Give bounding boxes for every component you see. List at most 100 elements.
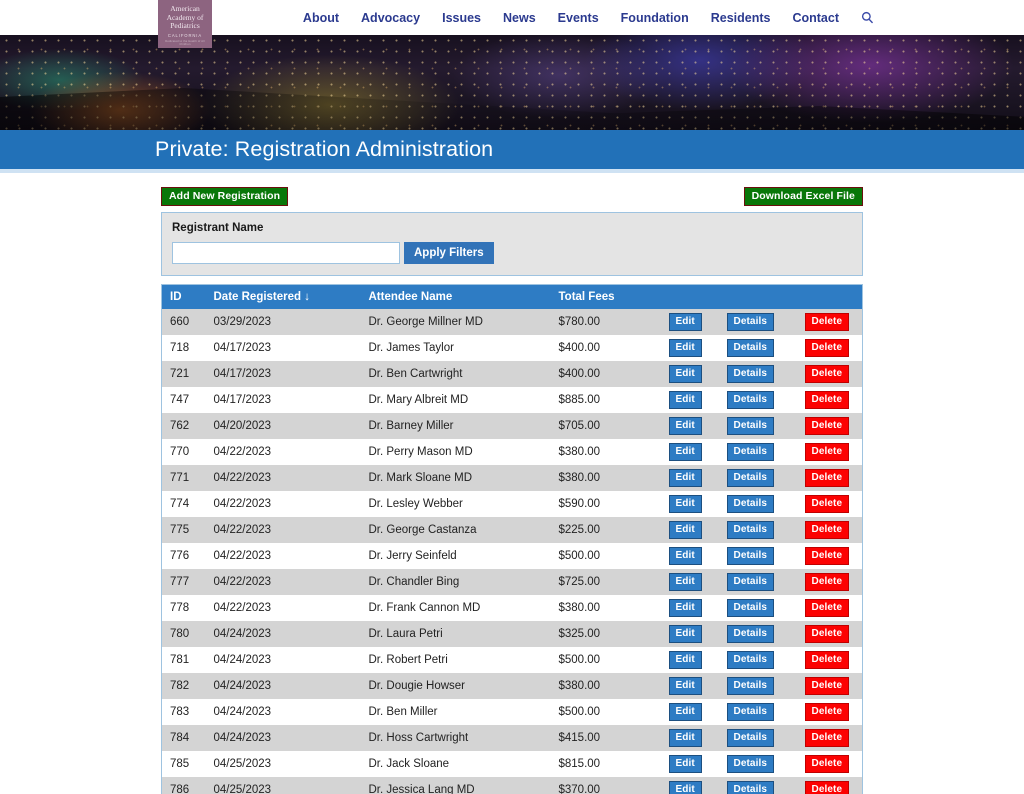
edit-button[interactable]: Edit xyxy=(668,391,702,409)
cell-attendee-name: Dr. Hoss Cartwright xyxy=(368,732,469,744)
delete-button[interactable]: Delete xyxy=(804,703,850,721)
details-button[interactable]: Details xyxy=(726,599,774,617)
nav-item-about[interactable]: About xyxy=(303,11,339,25)
delete-button[interactable]: Delete xyxy=(804,365,850,383)
delete-button[interactable]: Delete xyxy=(804,625,850,643)
cell-total-fees: $725.00 xyxy=(558,576,601,588)
edit-button[interactable]: Edit xyxy=(668,677,702,695)
delete-button[interactable]: Delete xyxy=(804,547,850,565)
cell-total-fees: $400.00 xyxy=(558,342,601,354)
delete-button[interactable]: Delete xyxy=(804,443,850,461)
column-header-date-registered[interactable]: Date Registered ↓ xyxy=(205,284,361,309)
cell-id: 747 xyxy=(170,394,190,406)
delete-button[interactable]: Delete xyxy=(804,469,850,487)
table-row: 781 04/24/2023 Dr. Robert Petri $500.00 Edit… xyxy=(161,647,863,673)
filter-row: Apply Filters xyxy=(172,242,852,264)
cell-total-fees: $225.00 xyxy=(558,524,601,536)
edit-button[interactable]: Edit xyxy=(668,729,702,747)
edit-button[interactable]: Edit xyxy=(668,339,702,357)
edit-button[interactable]: Edit xyxy=(668,313,702,331)
edit-button[interactable]: Edit xyxy=(668,755,702,773)
aap-california-logo[interactable]: American Academy of Pediatrics CALIFORNI… xyxy=(158,0,212,48)
cell-date-registered: 04/17/2023 xyxy=(213,342,272,354)
details-button[interactable]: Details xyxy=(726,313,774,331)
delete-button[interactable]: Delete xyxy=(804,495,850,513)
delete-button[interactable]: Delete xyxy=(804,313,850,331)
details-button[interactable]: Details xyxy=(726,417,774,435)
details-button[interactable]: Details xyxy=(726,443,774,461)
edit-button[interactable]: Edit xyxy=(668,573,702,591)
nav-item-contact[interactable]: Contact xyxy=(792,11,839,25)
details-button[interactable]: Details xyxy=(726,781,774,794)
edit-button[interactable]: Edit xyxy=(668,469,702,487)
add-new-registration-button[interactable]: Add New Registration xyxy=(161,187,289,206)
download-excel-file-button[interactable]: Download Excel File xyxy=(743,187,863,206)
cell-attendee-name: Dr. Jessica Lang MD xyxy=(368,784,475,794)
details-button[interactable]: Details xyxy=(726,573,774,591)
edit-button[interactable]: Edit xyxy=(668,495,702,513)
details-button[interactable]: Details xyxy=(726,521,774,539)
edit-button[interactable]: Edit xyxy=(668,781,702,794)
delete-button[interactable]: Delete xyxy=(804,677,850,695)
registrant-name-label: Registrant Name xyxy=(172,222,264,234)
table-row: 747 04/17/2023 Dr. Mary Albreit MD $885.00 E… xyxy=(161,387,863,413)
details-button[interactable]: Details xyxy=(726,391,774,409)
delete-button[interactable]: Delete xyxy=(804,521,850,539)
delete-button[interactable]: Delete xyxy=(804,755,850,773)
details-button[interactable]: Details xyxy=(726,547,774,565)
cell-date-registered: 04/20/2023 xyxy=(213,420,272,432)
cell-date-registered: 04/22/2023 xyxy=(213,472,272,484)
cell-date-registered: 04/22/2023 xyxy=(213,446,272,458)
edit-button[interactable]: Edit xyxy=(668,547,702,565)
delete-button[interactable]: Delete xyxy=(804,417,850,435)
column-header-id[interactable]: ID xyxy=(161,284,206,309)
nav-item-events[interactable]: Events xyxy=(558,11,599,25)
edit-button[interactable]: Edit xyxy=(668,417,702,435)
edit-button[interactable]: Edit xyxy=(668,703,702,721)
details-button[interactable]: Details xyxy=(726,365,774,383)
cell-date-registered: 04/22/2023 xyxy=(213,550,272,562)
search-icon[interactable] xyxy=(861,11,874,24)
registrations-table: ID Date Registered ↓ Attendee Name Total… xyxy=(161,284,863,794)
column-header-attendee-name[interactable]: Attendee Name xyxy=(360,284,551,309)
cell-id: 774 xyxy=(170,498,190,510)
apply-filters-button[interactable]: Apply Filters xyxy=(404,242,494,264)
details-button[interactable]: Details xyxy=(726,651,774,669)
delete-button[interactable]: Delete xyxy=(804,573,850,591)
details-button[interactable]: Details xyxy=(726,339,774,357)
delete-button[interactable]: Delete xyxy=(804,651,850,669)
delete-button[interactable]: Delete xyxy=(804,781,850,794)
details-button[interactable]: Details xyxy=(726,703,774,721)
nav-item-foundation[interactable]: Foundation xyxy=(621,11,689,25)
registrant-name-input[interactable] xyxy=(172,242,400,264)
edit-button[interactable]: Edit xyxy=(668,625,702,643)
cell-total-fees: $815.00 xyxy=(558,758,601,770)
cell-id: 780 xyxy=(170,628,190,640)
cell-attendee-name: Dr. Frank Cannon MD xyxy=(368,602,481,614)
nav-item-residents[interactable]: Residents xyxy=(711,11,771,25)
details-button[interactable]: Details xyxy=(726,729,774,747)
details-button[interactable]: Details xyxy=(726,677,774,695)
details-button[interactable]: Details xyxy=(726,755,774,773)
delete-button[interactable]: Delete xyxy=(804,391,850,409)
column-header-total-fees[interactable]: Total Fees xyxy=(550,284,661,309)
details-button[interactable]: Details xyxy=(726,495,774,513)
edit-button[interactable]: Edit xyxy=(668,521,702,539)
delete-button[interactable]: Delete xyxy=(804,339,850,357)
delete-button[interactable]: Delete xyxy=(804,599,850,617)
edit-button[interactable]: Edit xyxy=(668,365,702,383)
edit-button[interactable]: Edit xyxy=(668,651,702,669)
nav-item-advocacy[interactable]: Advocacy xyxy=(361,11,420,25)
delete-button[interactable]: Delete xyxy=(804,729,850,747)
edit-button[interactable]: Edit xyxy=(668,443,702,461)
nav-item-issues[interactable]: Issues xyxy=(442,11,481,25)
edit-button[interactable]: Edit xyxy=(668,599,702,617)
cell-id: 762 xyxy=(170,420,190,432)
details-button[interactable]: Details xyxy=(726,625,774,643)
table-body: 660 03/29/2023 Dr. George Millner MD $780.0… xyxy=(161,309,863,794)
nav-item-news[interactable]: News xyxy=(503,11,536,25)
cell-id: 721 xyxy=(170,368,190,380)
details-button[interactable]: Details xyxy=(726,469,774,487)
cell-total-fees: $500.00 xyxy=(558,550,601,562)
cell-attendee-name: Dr. George Millner MD xyxy=(368,316,483,328)
